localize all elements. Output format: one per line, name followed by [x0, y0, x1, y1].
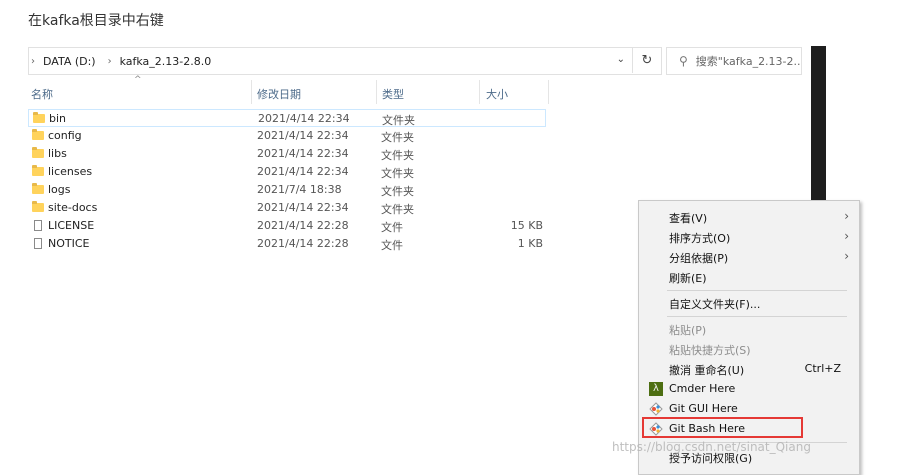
menu-item-sort[interactable]: 排序方式(O) › — [639, 227, 859, 247]
menu-label: 排序方式(O) — [669, 232, 731, 245]
menu-item-cmder-here[interactable]: λ Cmder Here — [639, 379, 859, 399]
file-name: config — [48, 129, 82, 142]
file-row-config[interactable]: config 2021/4/14 22:34 文件夹 — [28, 127, 546, 145]
file-icon — [34, 238, 42, 249]
file-date: 2021/4/14 22:34 — [258, 112, 350, 125]
column-header-name[interactable]: 名称 — [31, 84, 53, 104]
file-name: libs — [48, 147, 67, 160]
column-divider[interactable] — [479, 80, 480, 104]
menu-label: Git GUI Here — [669, 402, 738, 415]
file-name: site-docs — [48, 201, 98, 214]
menu-item-git-gui-here[interactable]: Git GUI Here — [639, 399, 859, 419]
menu-label: 粘贴(P) — [669, 324, 707, 337]
menu-label: 粘贴快捷方式(S) — [669, 344, 751, 357]
file-name: bin — [49, 112, 67, 125]
lambda-icon: λ — [649, 382, 663, 396]
file-row-bin[interactable]: bin 2021/4/14 22:34 文件夹 — [28, 109, 546, 127]
refresh-icon: ↻ — [641, 52, 653, 68]
menu-item-paste-shortcut[interactable]: 粘贴快捷方式(S) — [639, 339, 859, 359]
menu-item-view[interactable]: 查看(V) › — [639, 207, 859, 227]
file-date: 2021/4/14 22:28 — [257, 237, 349, 250]
menu-label: Cmder Here — [669, 382, 736, 395]
file-type: 文件 — [381, 221, 403, 234]
search-box[interactable]: ⚲ 搜索"kafka_2.13-2... — [666, 47, 802, 75]
search-placeholder: 搜索"kafka_2.13-2... — [695, 55, 802, 68]
column-date-label: 修改日期 — [257, 88, 301, 101]
file-date: 2021/4/14 22:34 — [257, 147, 349, 160]
menu-separator — [667, 316, 847, 317]
file-date: 2021/4/14 22:34 — [257, 201, 349, 214]
chevron-down-icon[interactable]: ⌄ — [617, 54, 625, 65]
file-type: 文件夹 — [382, 114, 415, 127]
menu-label: 刷新(E) — [669, 272, 707, 285]
file-date: 2021/4/14 22:34 — [257, 165, 349, 178]
file-row-libs[interactable]: libs 2021/4/14 22:34 文件夹 — [28, 145, 546, 163]
menu-item-undo-rename[interactable]: 撤消 重命名(U) Ctrl+Z — [639, 359, 859, 379]
column-header-date[interactable]: 修改日期 — [257, 84, 301, 104]
column-divider[interactable] — [376, 80, 377, 104]
menu-item-customize-folder[interactable]: 自定义文件夹(F)... — [639, 293, 859, 313]
file-type: 文件 — [381, 239, 403, 252]
file-row-site-docs[interactable]: site-docs 2021/4/14 22:34 文件夹 — [28, 199, 546, 217]
menu-label: 查看(V) — [669, 212, 708, 225]
sort-up-icon: ^ — [134, 75, 142, 85]
file-size: 15 KB — [510, 219, 543, 232]
folder-icon — [32, 129, 44, 140]
file-date: 2021/4/14 22:28 — [257, 219, 349, 232]
chevron-right-icon: › — [844, 249, 849, 263]
file-type: 文件夹 — [381, 131, 414, 144]
menu-item-group[interactable]: 分组依据(P) › — [639, 247, 859, 267]
column-header-size[interactable]: 大小 — [486, 84, 508, 104]
chevron-right-icon: › — [844, 229, 849, 243]
file-row-logs[interactable]: logs 2021/7/4 18:38 文件夹 — [28, 181, 546, 199]
breadcrumb-folder[interactable]: kafka_2.13-2.8.0 — [120, 55, 212, 68]
file-name: NOTICE — [48, 237, 90, 250]
menu-item-refresh[interactable]: 刷新(E) — [639, 267, 859, 287]
menu-item-paste[interactable]: 粘贴(P) — [639, 319, 859, 339]
chevron-right-icon[interactable]: › — [31, 56, 35, 67]
menu-label: 分组依据(P) — [669, 252, 729, 265]
breadcrumb-drive[interactable]: DATA (D:) — [43, 55, 96, 68]
column-size-label: 大小 — [486, 88, 508, 101]
refresh-button[interactable]: ↻ — [632, 47, 661, 73]
folder-icon — [32, 147, 44, 158]
file-size: 1 KB — [517, 237, 543, 250]
git-gui-icon — [649, 402, 663, 416]
column-divider[interactable] — [548, 80, 549, 104]
column-type-label: 类型 — [382, 88, 404, 101]
chevron-right-icon[interactable]: › — [108, 56, 112, 67]
watermark: https://blog.csdn.net/sinat_Qiang — [612, 440, 811, 454]
menu-separator — [667, 290, 847, 291]
file-name: licenses — [48, 165, 93, 178]
column-divider[interactable] — [251, 80, 252, 104]
chevron-right-icon: › — [844, 209, 849, 223]
tutorial-caption: 在kafka根目录中右键 — [28, 13, 164, 29]
search-icon: ⚲ — [679, 54, 688, 68]
file-row-license[interactable]: LICENSE 2021/4/14 22:28 文件 15 KB — [28, 217, 546, 235]
file-row-licenses[interactable]: licenses 2021/4/14 22:34 文件夹 — [28, 163, 546, 181]
column-header-type[interactable]: 类型 — [382, 84, 404, 104]
file-name: logs — [48, 183, 71, 196]
file-date: 2021/7/4 18:38 — [257, 183, 342, 196]
file-icon — [34, 220, 42, 231]
address-bar[interactable]: › DATA (D:) › kafka_2.13-2.8.0 ⌄ — [28, 47, 662, 75]
column-name-label: 名称 — [31, 88, 53, 101]
file-date: 2021/4/14 22:34 — [257, 129, 349, 142]
menu-label: 自定义文件夹(F)... — [669, 298, 761, 311]
file-name: LICENSE — [48, 219, 95, 232]
file-row-notice[interactable]: NOTICE 2021/4/14 22:28 文件 1 KB — [28, 235, 546, 253]
file-type: 文件夹 — [381, 149, 414, 162]
file-type: 文件夹 — [381, 203, 414, 216]
highlight-box — [642, 417, 803, 438]
file-type: 文件夹 — [381, 167, 414, 180]
menu-shortcut: Ctrl+Z — [804, 362, 841, 375]
file-type: 文件夹 — [381, 185, 414, 198]
folder-icon — [32, 183, 44, 194]
folder-icon — [33, 112, 45, 123]
folder-icon — [32, 165, 44, 176]
folder-icon — [32, 201, 44, 212]
menu-label: 撤消 重命名(U) — [669, 364, 745, 377]
